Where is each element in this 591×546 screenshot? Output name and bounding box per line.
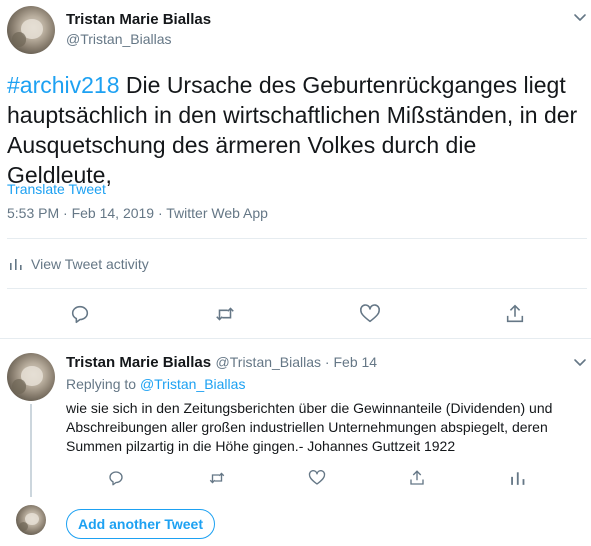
share-button[interactable] <box>503 302 527 326</box>
author-name[interactable]: Tristan Marie Biallas <box>66 11 211 28</box>
tweet-timestamp[interactable]: 5:53 PM · Feb 14, 2019 · Twitter Web App <box>7 205 268 221</box>
divider <box>0 338 591 339</box>
retweet-button[interactable] <box>205 466 229 490</box>
like-icon <box>359 304 380 323</box>
author-handle[interactable]: @Tristan_Biallas <box>66 31 172 47</box>
translate-tweet-link[interactable]: Translate Tweet <box>7 181 106 197</box>
tweet-activity-link[interactable]: View Tweet activity <box>9 256 149 272</box>
reply-text: wie sie sich in den Zeitungsberichten üb… <box>66 400 553 454</box>
chevron-down-icon[interactable] <box>570 352 590 372</box>
divider <box>7 238 587 239</box>
share-icon <box>506 304 523 323</box>
reply-icon <box>71 305 88 324</box>
reply-button[interactable] <box>68 302 92 326</box>
main-tweet-actions <box>7 302 587 326</box>
reply-button[interactable] <box>104 466 128 490</box>
reply-header: Tristan Marie Biallas @Tristan_Biallas ·… <box>66 354 377 372</box>
analytics-button[interactable] <box>506 466 530 490</box>
compose-avatar[interactable] <box>16 505 46 535</box>
replying-handle-link[interactable]: @Tristan_Biallas <box>140 376 246 392</box>
retweet-icon <box>215 307 234 321</box>
thread-line <box>30 404 32 497</box>
reply-icon <box>109 471 123 486</box>
like-icon <box>308 470 326 485</box>
reply-date[interactable]: · Feb 14 <box>321 354 377 370</box>
reply-author-name[interactable]: Tristan Marie Biallas <box>66 354 211 371</box>
like-button[interactable] <box>358 302 382 326</box>
share-button[interactable] <box>405 466 429 490</box>
add-another-tweet-button[interactable]: Add another Tweet <box>66 509 215 539</box>
replying-prefix: Replying to <box>66 376 140 392</box>
like-button[interactable] <box>305 466 329 490</box>
analytics-icon <box>510 472 525 485</box>
hashtag-link[interactable]: #archiv218 <box>7 72 120 98</box>
reply-author-handle[interactable]: @Tristan_Biallas <box>216 354 322 370</box>
tweet-text: #archiv218 Die Ursache des Geburtenrückg… <box>7 70 587 190</box>
activity-label: View Tweet activity <box>31 256 149 272</box>
share-icon <box>410 470 425 485</box>
author-avatar[interactable] <box>7 6 55 54</box>
analytics-icon <box>10 259 22 270</box>
retweet-button[interactable] <box>213 302 237 326</box>
chevron-down-icon[interactable] <box>570 7 590 27</box>
replying-to: Replying to @Tristan_Biallas <box>66 376 245 392</box>
reply-author-avatar[interactable] <box>7 353 55 401</box>
reply-tweet-actions <box>66 466 568 490</box>
retweet-icon <box>209 472 224 484</box>
divider <box>7 288 587 289</box>
